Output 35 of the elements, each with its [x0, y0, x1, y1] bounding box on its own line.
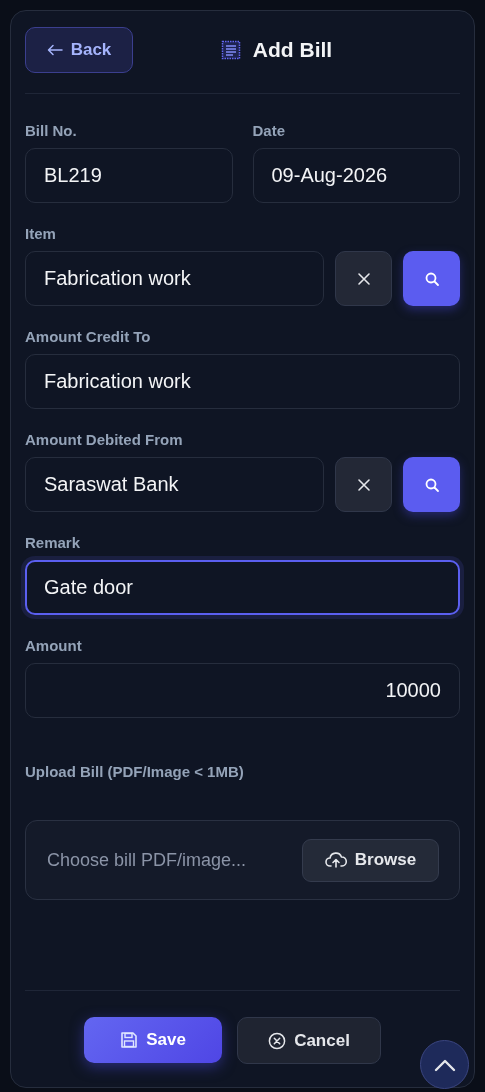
field-label: Bill No.	[25, 122, 78, 139]
input-field[interactable]: Fabrication work	[25, 251, 324, 306]
input-field[interactable]: 10000	[25, 663, 460, 718]
cloud-upload-icon	[324, 852, 347, 868]
page-title: Add Bill	[252, 37, 333, 62]
browse-button[interactable]: Browse	[302, 838, 439, 882]
search-button[interactable]	[403, 251, 460, 306]
input-field[interactable]: 09-Aug-2026	[252, 148, 460, 203]
placeholder-text: Choose bill PDF/image...	[47, 849, 247, 871]
field-label: Amount Debited From	[25, 431, 184, 448]
file-upload-field[interactable]: Choose bill PDF/image... Browse	[25, 820, 460, 900]
document-icon	[220, 39, 241, 60]
save-button[interactable]: Save	[84, 1017, 222, 1063]
search-icon	[423, 270, 440, 287]
field-label: Remark	[25, 534, 82, 551]
input-field[interactable]: Fabrication work	[25, 354, 460, 409]
input-field[interactable]: Gate door	[25, 560, 460, 615]
field-label: Upload Bill (PDF/Image < 1MB)	[25, 763, 245, 780]
clear-button[interactable]	[335, 251, 392, 306]
chevron-up-icon	[433, 1057, 456, 1072]
back-button[interactable]: Back	[25, 26, 133, 73]
arrow-left-icon	[46, 43, 63, 56]
field-label: Amount Credit To	[25, 328, 152, 345]
cancel-circle-icon	[268, 1031, 287, 1050]
field-label: Amount	[25, 637, 83, 654]
field-label: Item	[25, 225, 57, 242]
input-field[interactable]: Saraswat Bank	[25, 457, 324, 512]
clear-button[interactable]	[335, 457, 392, 512]
field-label: Date	[252, 122, 286, 139]
search-button[interactable]	[403, 457, 460, 512]
close-icon	[356, 271, 371, 286]
search-icon	[423, 476, 440, 493]
cancel-button[interactable]: Cancel	[237, 1017, 381, 1064]
input-field[interactable]: BL219	[25, 148, 233, 203]
close-icon	[356, 477, 371, 492]
